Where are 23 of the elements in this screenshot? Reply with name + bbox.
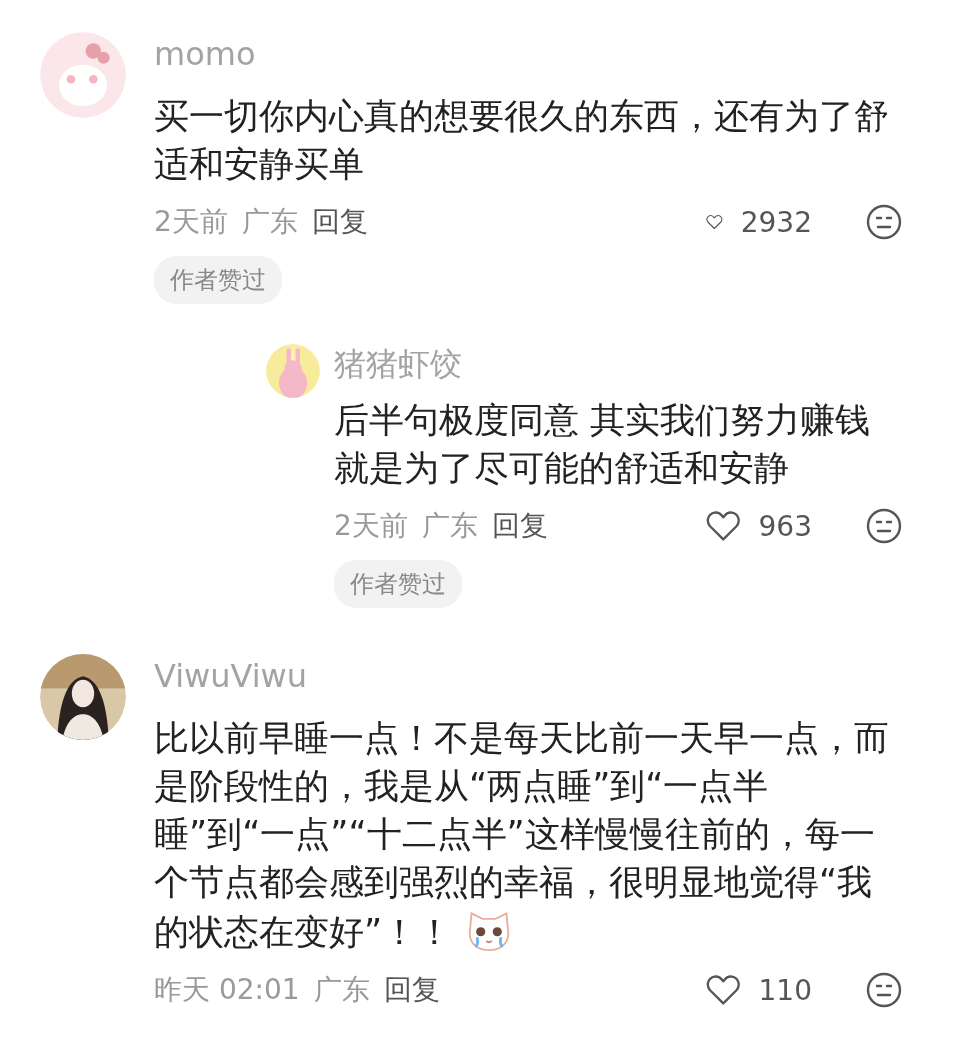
comment-text: 比以前早睡一点！不是每天比前一天早一点，而是阶段性的，我是从“两点睡”到“一点半睡”到“一点”“十二点半”这样慢慢往前的，每一个节点都会感到强烈的幸福，很明显地觉得“我的状态在变好”！！ [154,717,890,954]
reply-button[interactable]: 回复 [491,507,548,545]
dislike-button[interactable] [866,972,902,1008]
comment-time: 2天前 [154,204,228,240]
comment-time: 昨天 02:01 [154,972,300,1008]
avatar[interactable] [40,654,126,740]
comment-text: 买一切你内心真的想要很久的东西，还有为了舒适和安静买单 [154,95,890,186]
dislike-button[interactable] [866,508,902,544]
heart-icon [706,510,741,542]
comment-time: 2天前 [334,508,408,544]
location: 广东 [241,204,298,240]
like-button[interactable]: 963 [706,509,826,543]
heart-icon [706,974,741,1006]
author-liked-tag: 作者赞过 [334,560,462,608]
location: 广东 [421,508,478,544]
dislike-button[interactable] [866,204,902,240]
location: 广东 [313,972,370,1008]
reply-button[interactable]: 回复 [311,203,368,241]
comment-text: 后半句极度同意 其实我们努力赚钱就是为了尽可能的舒适和安静 [334,399,872,490]
like-button[interactable]: 110 [706,973,826,1007]
author-liked-tag: 作者赞过 [154,256,282,304]
reply-button[interactable]: 回复 [383,971,440,1009]
like-button[interactable]: 2932 [706,205,826,239]
